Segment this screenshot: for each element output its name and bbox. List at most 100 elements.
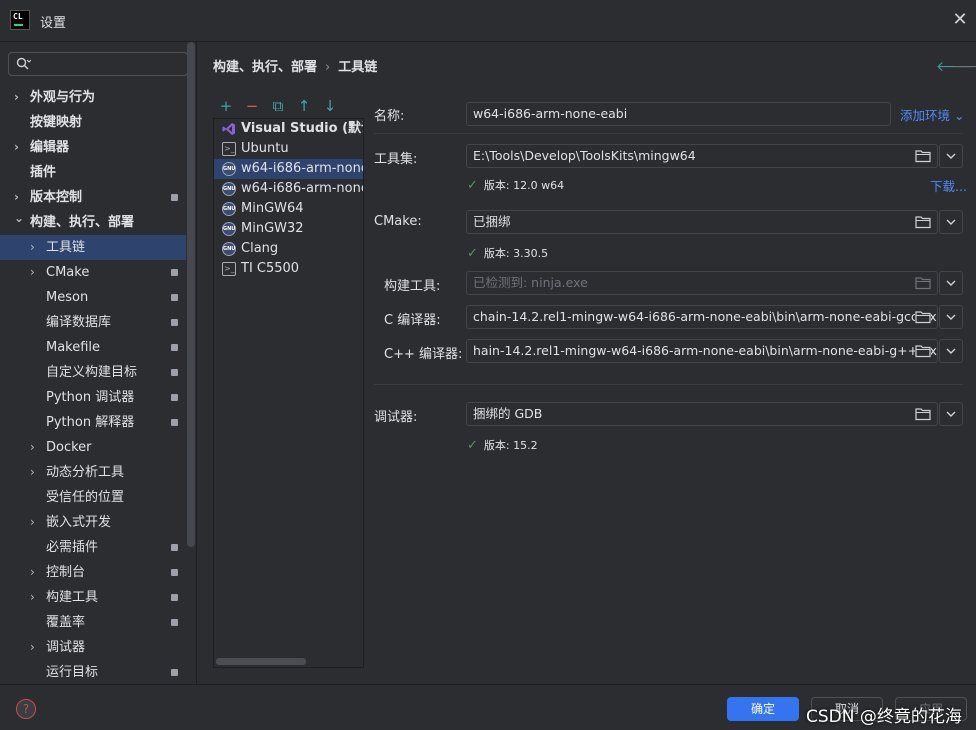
debugger-dropdown-button[interactable] (939, 402, 963, 426)
toolchain-item[interactable]: Visual Studio (默认) (214, 119, 363, 139)
folder-icon[interactable] (915, 215, 931, 229)
toolchain-name: MinGW32 (241, 221, 304, 236)
add-icon[interactable]: + (217, 96, 235, 116)
toolchain-list[interactable]: Visual Studio (默认) >_ Ubuntu GNU w64-i686-ar… (213, 118, 364, 668)
toolchain-item[interactable]: GNU MinGW32 (214, 219, 363, 239)
chevron-right-icon[interactable]: › (30, 560, 40, 585)
chevron-right-icon[interactable]: › (30, 235, 40, 260)
move-down-icon[interactable]: ↓ (321, 96, 339, 116)
help-icon[interactable]: ? (16, 699, 36, 719)
terminal-icon: >_ (222, 142, 236, 156)
breadcrumb-parent[interactable]: 构建、执行、部署 (213, 60, 317, 75)
name-field[interactable]: w64-i686-arm-none-eabi (466, 102, 891, 126)
chevron-right-icon[interactable]: › (14, 135, 24, 160)
sidebar-item[interactable]: 必需插件 (0, 535, 186, 560)
back-arrow-icon[interactable]: 🡐 (936, 58, 974, 75)
build-tool-dropdown-button[interactable] (939, 271, 963, 295)
forward-arrow-icon[interactable]: 🡒 (952, 58, 976, 75)
sidebar-item[interactable]: › CMake (0, 260, 186, 285)
toolchain-item[interactable]: GNU w64-i686-arm-none-l (214, 179, 363, 199)
sidebar-item[interactable]: Meson (0, 285, 186, 310)
sidebar-item[interactable]: ⌄ 构建、执行、部署 (0, 210, 186, 235)
move-up-icon[interactable]: ↑ (295, 96, 313, 116)
sidebar-item[interactable]: › 控制台 (0, 560, 186, 585)
sidebar-item[interactable]: Makefile (0, 335, 186, 360)
sidebar-item-label: CMake (46, 265, 90, 280)
project-scope-icon (171, 544, 178, 551)
project-scope-icon (171, 594, 178, 601)
chevron-right-icon[interactable]: › (30, 585, 40, 610)
sidebar-item[interactable]: 覆盖率 (0, 610, 186, 635)
toolset-field[interactable]: E:\Tools\Develop\ToolsKits\mingw64 (466, 144, 938, 168)
remove-icon[interactable]: − (243, 96, 261, 116)
toolchain-name: w64-i686-arm-none-eabi (241, 161, 363, 176)
folder-icon[interactable] (915, 149, 931, 163)
sidebar-item-label: Makefile (46, 340, 101, 355)
list-horizontal-scrollbar[interactable] (216, 658, 306, 665)
download-link[interactable]: 下载... (930, 176, 967, 195)
sidebar-item[interactable]: › 构建工具 (0, 585, 186, 610)
sidebar-item[interactable]: › 动态分析工具 (0, 460, 186, 485)
cmake-dropdown-button[interactable] (939, 210, 963, 234)
c-compiler-dropdown-button[interactable] (939, 305, 963, 329)
sidebar-item[interactable]: › 版本控制 (0, 185, 186, 210)
sidebar-item[interactable]: 编译数据库 (0, 310, 186, 335)
sidebar-item[interactable]: › Docker (0, 435, 186, 460)
folder-icon[interactable] (915, 276, 931, 290)
sidebar-item[interactable]: › 工具链 (0, 235, 186, 260)
sidebar-item[interactable]: 受信任的位置 (0, 485, 186, 510)
sidebar-item[interactable]: › 外观与行为 (0, 85, 186, 110)
project-scope-icon (171, 419, 178, 426)
toolchain-item[interactable]: GNU w64-i686-arm-none-eabi (214, 159, 363, 179)
gnu-icon: GNU (222, 222, 236, 236)
debugger-field[interactable]: 捆绑的 GDB (466, 402, 938, 426)
c-compiler-field[interactable]: chain-14.2.rel1-mingw-w64-i686-arm-none-… (466, 305, 938, 329)
debugger-label: 调试器: (374, 410, 418, 425)
sidebar-item[interactable]: 按键映射 (0, 110, 186, 135)
sidebar-item[interactable]: 自定义构建目标 (0, 360, 186, 385)
sidebar-item[interactable]: Python 解释器 (0, 410, 186, 435)
sidebar-scrollbar[interactable] (187, 42, 195, 547)
sidebar-item-label: 控制台 (46, 565, 86, 580)
cpp-compiler-dropdown-button[interactable] (939, 339, 963, 363)
chevron-right-icon[interactable]: › (30, 435, 40, 460)
toolchain-item[interactable]: >_ Ubuntu (214, 139, 363, 159)
sidebar-item-label: Python 调试器 (46, 390, 135, 405)
checkmark-icon: ✓ (467, 438, 478, 453)
chevron-right-icon[interactable]: › (30, 460, 40, 485)
folder-icon[interactable] (915, 310, 931, 324)
close-icon[interactable]: ✕ (950, 10, 970, 30)
chevron-right-icon[interactable]: › (30, 260, 40, 285)
cpp-compiler-label: C++ 编译器: (384, 347, 463, 362)
sidebar-item[interactable]: 运行目标 (0, 660, 186, 685)
breadcrumb: 构建、执行、部署 › 工具链 (213, 56, 377, 75)
cpp-compiler-field[interactable]: hain-14.2.rel1-mingw-w64-i686-arm-none-e… (466, 339, 938, 363)
breadcrumb-current: 工具链 (338, 60, 378, 75)
toolset-label: 工具集: (374, 152, 418, 167)
separator (374, 133, 963, 134)
sidebar-item-label: 受信任的位置 (46, 490, 125, 505)
cmake-field[interactable]: 已捆绑 (466, 210, 938, 234)
toolchain-item[interactable]: GNU Clang (214, 239, 363, 259)
search-input[interactable] (8, 52, 188, 76)
add-environment-link[interactable]: 添加环境 ⌄ (900, 105, 964, 124)
chevron-right-icon[interactable]: › (30, 635, 40, 660)
folder-icon[interactable] (915, 407, 931, 421)
toolset-dropdown-button[interactable] (939, 144, 963, 168)
sidebar-item[interactable]: › 调试器 (0, 635, 186, 660)
title-bar: CL 设置 ✕ (0, 0, 976, 42)
project-scope-icon (171, 394, 178, 401)
chevron-right-icon[interactable]: › (14, 85, 24, 110)
chevron-down-icon[interactable]: ⌄ (14, 206, 24, 231)
build-tool-field[interactable]: 已检测到: ninja.exe (466, 271, 938, 295)
chevron-right-icon[interactable]: › (30, 510, 40, 535)
toolchain-item[interactable]: >_ TI C5500 (214, 259, 363, 279)
sidebar-item[interactable]: › 嵌入式开发 (0, 510, 186, 535)
ok-button[interactable]: 确定 (727, 697, 799, 721)
sidebar-item[interactable]: Python 调试器 (0, 385, 186, 410)
folder-icon[interactable] (915, 344, 931, 358)
toolchain-item[interactable]: GNU MinGW64 (214, 199, 363, 219)
copy-icon[interactable]: ⧉ (269, 96, 287, 116)
sidebar-item[interactable]: 插件 (0, 160, 186, 185)
sidebar-item[interactable]: › 编辑器 (0, 135, 186, 160)
